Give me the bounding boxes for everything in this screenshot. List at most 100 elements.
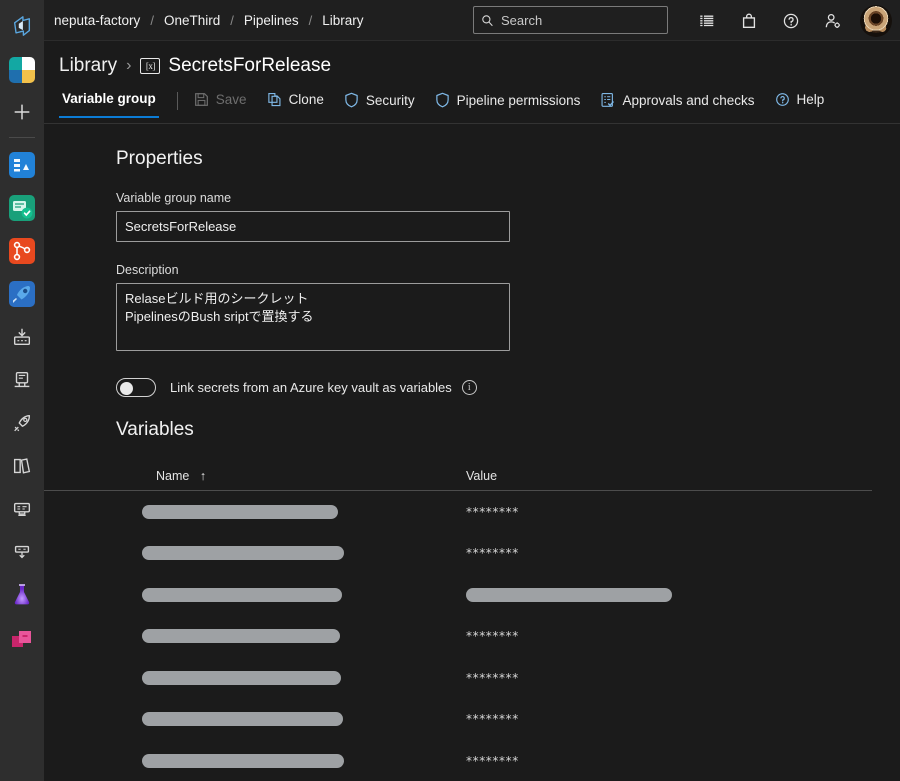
table-row[interactable]: ******** <box>116 699 900 741</box>
table-row[interactable] <box>116 574 900 616</box>
approvals-checks-button[interactable]: Approvals and checks <box>600 91 754 108</box>
redacted-variable-name <box>142 629 340 643</box>
variable-name-cell[interactable] <box>116 712 466 726</box>
variable-group-icon: [x] <box>140 58 160 74</box>
redacted-variable-name <box>142 588 342 602</box>
clone-button-label: Clone <box>289 92 324 107</box>
artifacts-box-icon <box>9 625 35 651</box>
clone-icon <box>267 92 282 107</box>
variable-name-cell[interactable] <box>116 629 466 643</box>
top-bar: neputa-factory / OneThird / Pipelines / … <box>44 0 900 41</box>
breadcrumb-item-project[interactable]: OneThird <box>164 13 220 28</box>
pipeline-permissions-button[interactable]: Pipeline permissions <box>435 91 581 108</box>
variable-name-cell[interactable] <box>116 546 466 560</box>
search-icon <box>481 14 494 27</box>
table-row[interactable]: ******** <box>116 740 900 781</box>
redacted-variable-name <box>142 671 341 685</box>
variable-value-cell[interactable]: ******** <box>466 629 519 643</box>
sidebar-item-work-items[interactable] <box>0 186 44 229</box>
work-items-icon <box>9 195 35 221</box>
sidebar-item-repos[interactable] <box>0 229 44 272</box>
table-row[interactable]: ******** <box>116 533 900 575</box>
top-bar-icons <box>686 0 894 41</box>
breadcrumb-item-organization[interactable]: neputa-factory <box>54 13 140 28</box>
user-settings-icon[interactable] <box>817 5 849 37</box>
variable-value-cell[interactable]: ******** <box>466 505 519 519</box>
shield-icon <box>344 92 359 108</box>
variable-name-cell[interactable] <box>116 671 466 685</box>
masked-variable-value: ******** <box>466 754 519 768</box>
sidebar-item-environments[interactable] <box>0 358 44 401</box>
search-box[interactable]: Search <box>473 6 668 34</box>
sidebar-item-releases[interactable] <box>0 401 44 444</box>
variable-value-cell[interactable]: ******** <box>466 546 519 560</box>
page-content: Library › [x] SecretsForRelease Variable… <box>44 41 900 781</box>
sidebar-item-artifacts[interactable] <box>0 616 44 659</box>
table-row[interactable]: ******** <box>116 491 900 533</box>
marketplace-icon[interactable] <box>733 5 765 37</box>
sidebar-item-library[interactable] <box>0 444 44 487</box>
library-book-icon <box>11 455 33 477</box>
breadcrumb-item-pipelines[interactable]: Pipelines <box>244 13 299 28</box>
sidebar-item-deployment-groups[interactable] <box>0 530 44 573</box>
variables-table-body: ******** ******** ******** ******** ********… <box>116 491 900 781</box>
keyvault-toggle[interactable] <box>116 378 156 397</box>
breadcrumb-item-library[interactable]: Library <box>322 13 363 28</box>
sidebar-item-pipelines-builds[interactable] <box>0 315 44 358</box>
description-textarea[interactable] <box>116 283 510 351</box>
variables-heading: Variables <box>116 419 900 441</box>
variable-value-cell[interactable]: ******** <box>466 754 519 768</box>
breadcrumb-separator: / <box>309 13 313 28</box>
page-breadcrumb-library[interactable]: Library <box>59 55 117 77</box>
variable-group-name-input[interactable] <box>116 211 510 242</box>
azure-devops-logo[interactable] <box>0 6 44 46</box>
redacted-variable-value <box>466 588 672 602</box>
save-button-label: Save <box>216 92 247 107</box>
masked-variable-value: ******** <box>466 671 519 685</box>
properties-section: Properties Variable group name Descripti… <box>44 148 900 397</box>
save-icon <box>194 92 209 107</box>
page-title: SecretsForRelease <box>168 55 331 77</box>
releases-rocket-icon <box>11 412 33 434</box>
variable-name-cell[interactable] <box>116 505 466 519</box>
variable-name-cell[interactable] <box>116 588 466 602</box>
column-header-name[interactable]: Name ↑ <box>116 469 466 483</box>
column-header-value[interactable]: Value <box>466 469 497 483</box>
pipeline-permissions-button-label: Pipeline permissions <box>457 93 581 108</box>
repos-branch-icon <box>9 238 35 264</box>
variable-value-cell[interactable] <box>466 588 672 602</box>
redacted-variable-name <box>142 754 344 768</box>
sidebar-item-project-home[interactable] <box>0 48 44 91</box>
properties-heading: Properties <box>116 148 900 170</box>
security-button[interactable]: Security <box>344 91 415 108</box>
help-button[interactable]: Help <box>775 91 825 107</box>
help-icon[interactable] <box>775 5 807 37</box>
save-button[interactable]: Save <box>194 91 247 107</box>
sidebar-item-create-new[interactable] <box>0 91 44 132</box>
variable-value-cell[interactable]: ******** <box>466 671 519 685</box>
sort-ascending-icon: ↑ <box>200 469 206 483</box>
redacted-variable-name <box>142 712 343 726</box>
sidebar-item-test-plans[interactable] <box>0 573 44 616</box>
table-row[interactable]: ******** <box>116 616 900 658</box>
sidebar-item-pipelines[interactable] <box>0 272 44 315</box>
variable-group-name-label: Variable group name <box>116 191 900 205</box>
variable-name-cell[interactable] <box>116 754 466 768</box>
tab-variable-group[interactable]: Variable group <box>59 91 159 118</box>
masked-variable-value: ******** <box>466 505 519 519</box>
breadcrumb-separator: / <box>150 13 154 28</box>
sidebar-item-boards[interactable] <box>0 143 44 186</box>
toggle-knob <box>120 382 133 395</box>
avatar[interactable] <box>860 5 892 37</box>
search-input-placeholder[interactable]: Search <box>501 13 542 28</box>
work-items-icon[interactable] <box>691 5 723 37</box>
checklist-icon <box>600 92 615 108</box>
info-icon[interactable]: i <box>462 380 477 395</box>
clone-button[interactable]: Clone <box>267 91 324 107</box>
variable-value-cell[interactable]: ******** <box>466 712 519 726</box>
builds-icon <box>11 326 33 348</box>
keyvault-toggle-label: Link secrets from an Azure key vault as … <box>170 380 452 395</box>
sidebar-item-task-groups[interactable] <box>0 487 44 530</box>
table-row[interactable]: ******** <box>116 657 900 699</box>
variables-section: Variables Name ↑ Value *****************… <box>44 419 900 781</box>
